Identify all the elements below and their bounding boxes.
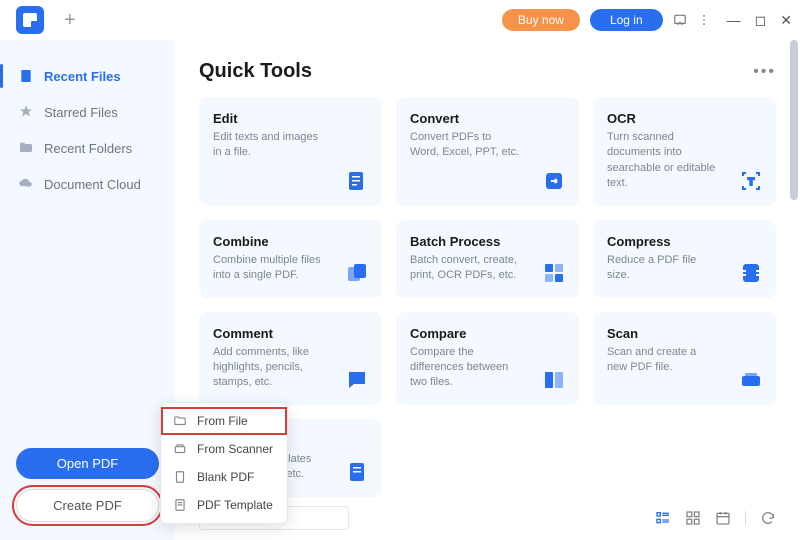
batch-icon: [541, 260, 567, 286]
card-title: Batch Process: [410, 234, 565, 249]
sidebar-bottom: Open PDF Create PDF: [0, 448, 175, 522]
popup-item-blank-pdf[interactable]: Blank PDF: [161, 463, 287, 491]
popup-item-pdf-template[interactable]: PDF Template: [161, 491, 287, 519]
sidebar-item-document-cloud[interactable]: Document Cloud: [0, 166, 175, 202]
card-title: Compress: [607, 234, 762, 249]
sidebar-item-recent-files[interactable]: Recent Files: [0, 58, 175, 94]
create-pdf-button[interactable]: Create PDF: [16, 489, 159, 522]
tool-card-edit[interactable]: Edit Edit texts and images in a file.: [199, 97, 382, 206]
card-title: Compare: [410, 326, 565, 341]
feedback-icon[interactable]: [673, 13, 687, 27]
card-title: Scan: [607, 326, 762, 341]
folder-icon: [18, 140, 34, 156]
tool-card-batch[interactable]: Batch Process Batch convert, create, pri…: [396, 220, 579, 298]
refresh-icon[interactable]: [760, 510, 776, 526]
combine-icon: [344, 260, 370, 286]
cloud-icon: [18, 176, 34, 192]
popup-item-label: From Scanner: [197, 442, 273, 456]
file-icon: [18, 68, 34, 84]
page-title: Quick Tools: [199, 60, 312, 83]
popup-item-label: PDF Template: [197, 498, 273, 512]
minimize-button[interactable]: —: [727, 12, 741, 29]
scan-icon: [738, 367, 764, 393]
card-desc: Batch convert, create, print, OCR PDFs, …: [410, 253, 520, 284]
card-title: OCR: [607, 111, 762, 126]
convert-icon: [541, 168, 567, 194]
card-title: Convert: [410, 111, 565, 126]
card-title: Combine: [213, 234, 368, 249]
card-desc: Reduce a PDF file size.: [607, 253, 717, 284]
sidebar-item-label: Starred Files: [44, 105, 118, 120]
scrollbar-thumb[interactable]: [790, 40, 798, 200]
body: Recent Files Starred Files Recent Folder…: [0, 40, 800, 540]
tool-card-compress[interactable]: Compress Reduce a PDF file size.: [593, 220, 776, 298]
sidebar-item-label: Recent Files: [44, 69, 121, 84]
popup-item-label: From File: [197, 414, 248, 428]
calendar-icon[interactable]: [715, 510, 731, 526]
popup-item-from-file[interactable]: From File: [161, 407, 287, 435]
create-pdf-popup: From File From Scanner Blank PDF PDF Tem…: [160, 402, 288, 524]
menu-dots-icon[interactable]: [697, 13, 711, 27]
compare-icon: [541, 367, 567, 393]
new-tab-button[interactable]: +: [56, 9, 84, 32]
footer-icons: [655, 510, 776, 526]
sidebar-item-label: Recent Folders: [44, 141, 132, 156]
sidebar-item-label: Document Cloud: [44, 177, 141, 192]
card-desc: Convert PDFs to Word, Excel, PPT, etc.: [410, 130, 520, 161]
folder-outline-icon: [173, 414, 187, 428]
card-desc: Compare the differences between two file…: [410, 345, 520, 391]
card-desc: Add comments, like highlights, pencils, …: [213, 345, 323, 391]
sidebar: Recent Files Starred Files Recent Folder…: [0, 40, 175, 540]
card-desc: Edit texts and images in a file.: [213, 130, 323, 161]
blank-page-icon: [173, 470, 187, 484]
app-logo[interactable]: [16, 6, 44, 34]
popup-item-from-scanner[interactable]: From Scanner: [161, 435, 287, 463]
card-desc: Turn scanned documents into searchable o…: [607, 130, 717, 192]
list-view-icon[interactable]: [655, 510, 671, 526]
buy-now-button[interactable]: Buy now: [502, 9, 580, 31]
svg-text:T: T: [748, 177, 754, 188]
tool-card-scan[interactable]: Scan Scan and create a new PDF file.: [593, 312, 776, 405]
tool-card-comment[interactable]: Comment Add comments, like highlights, p…: [199, 312, 382, 405]
tool-card-combine[interactable]: Combine Combine multiple files into a si…: [199, 220, 382, 298]
card-title: Edit: [213, 111, 368, 126]
template-icon: [344, 459, 370, 485]
tool-card-compare[interactable]: Compare Compare the differences between …: [396, 312, 579, 405]
window-controls: — ◻ ✕: [727, 12, 792, 29]
titlebar-left: +: [8, 6, 84, 34]
tool-card-ocr[interactable]: OCR Turn scanned documents into searchab…: [593, 97, 776, 206]
titlebar: + Buy now Log in — ◻ ✕: [0, 0, 800, 40]
popup-item-label: Blank PDF: [197, 470, 254, 484]
sidebar-item-recent-folders[interactable]: Recent Folders: [0, 130, 175, 166]
tool-card-convert[interactable]: Convert Convert PDFs to Word, Excel, PPT…: [396, 97, 579, 206]
compress-icon: [738, 260, 764, 286]
scanner-icon: [173, 442, 187, 456]
template-outline-icon: [173, 498, 187, 512]
more-options-icon[interactable]: •••: [753, 63, 776, 81]
grid-view-icon[interactable]: [685, 510, 701, 526]
vertical-scrollbar[interactable]: [790, 40, 798, 538]
card-desc: Combine multiple files into a single PDF…: [213, 253, 323, 284]
edit-icon: [344, 168, 370, 194]
maximize-button[interactable]: ◻: [755, 12, 767, 29]
card-desc: Scan and create a new PDF file.: [607, 345, 717, 376]
star-icon: [18, 104, 34, 120]
login-button[interactable]: Log in: [590, 9, 663, 31]
card-title: Comment: [213, 326, 368, 341]
sidebar-item-starred-files[interactable]: Starred Files: [0, 94, 175, 130]
main-header: Quick Tools •••: [199, 60, 776, 83]
titlebar-right: Buy now Log in — ◻ ✕: [502, 9, 792, 31]
ocr-icon: T: [738, 168, 764, 194]
open-pdf-button[interactable]: Open PDF: [16, 448, 159, 479]
divider: [745, 511, 746, 525]
comment-icon: [344, 367, 370, 393]
close-button[interactable]: ✕: [780, 12, 792, 29]
